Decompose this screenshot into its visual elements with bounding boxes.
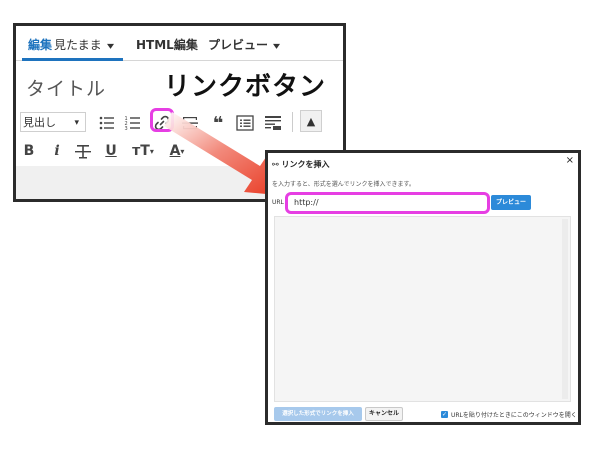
bullet-list-icon <box>99 116 114 130</box>
link-icon: ⚯ <box>272 160 279 169</box>
title-input[interactable]: タイトル <box>26 74 106 101</box>
callout-label: リンクボタン <box>164 72 327 102</box>
chevron-down-icon: ▾ <box>273 41 281 52</box>
italic-button[interactable]: i <box>46 140 68 162</box>
font-size-icon: тT <box>132 143 150 159</box>
preview-scrollbar[interactable] <box>562 219 568 399</box>
editor-tab-bar: 編集 見たまま ▾ HTML編集 プレビュー ▾ <box>16 26 343 61</box>
tab-visual-edit-label: 編集 <box>28 38 53 52</box>
strikethrough-icon <box>75 145 91 159</box>
url-label: URL <box>272 199 284 206</box>
tab-html-edit[interactable]: HTML編集 <box>136 36 198 53</box>
chevron-down-icon: ▾ <box>106 41 114 52</box>
url-input[interactable]: http:// <box>285 192 490 214</box>
tab-preview-label: プレビュー <box>208 38 269 52</box>
font-size-button[interactable]: тT ▾ <box>128 140 158 162</box>
tab-preview[interactable]: プレビュー ▾ <box>208 36 281 53</box>
caret-down-icon: ▾ <box>74 118 79 128</box>
dialog-title: ⚯ リンクを挿入 <box>272 159 330 170</box>
numbered-list-icon: 1 2 3 <box>125 116 140 132</box>
format-select-value: 見出し <box>23 116 56 129</box>
preview-button[interactable]: プレビュー <box>491 195 531 210</box>
tab-visual-edit[interactable]: 編集 見たまま ▾ <box>28 36 114 53</box>
underline-button[interactable]: U <box>100 140 122 162</box>
active-tab-indicator <box>22 58 123 61</box>
open-new-window-option[interactable]: ✓ URLを貼り付けたときにこのウィンドウを開く <box>441 410 577 419</box>
underline-icon: U <box>105 143 117 159</box>
link-preview-area <box>274 216 571 402</box>
dialog-description: を入力すると、形式を選んでリンクを挿入できます。 <box>272 181 415 188</box>
bold-button[interactable]: B <box>18 140 40 162</box>
bullet-list-button[interactable] <box>96 112 118 134</box>
new-window-label: URLを貼り付けたときにこのウィンドウを開く <box>451 412 577 419</box>
numbered-list-button[interactable]: 1 2 3 <box>122 112 144 134</box>
tab-visual-edit-sub: 見たまま <box>54 38 102 52</box>
caret-icon: ▾ <box>149 146 154 156</box>
new-window-checkbox[interactable]: ✓ <box>441 411 448 418</box>
dialog-title-text: リンクを挿入 <box>281 160 330 169</box>
italic-icon: i <box>54 143 60 159</box>
strikethrough-button[interactable] <box>72 140 94 162</box>
bold-icon: B <box>23 143 35 159</box>
format-select[interactable]: 見出し ▾ <box>20 112 86 132</box>
insert-link-button[interactable]: 選択した形式でリンクを挿入 <box>274 407 362 421</box>
svg-text:3: 3 <box>125 126 128 132</box>
insert-link-dialog: ⚯ リンクを挿入 × を入力すると、形式を選んでリンクを挿入できます。 URL … <box>265 150 581 425</box>
cancel-button[interactable]: キャンセル <box>365 407 403 421</box>
close-icon[interactable]: × <box>566 155 574 166</box>
tab-html-edit-label: HTML編集 <box>136 38 198 52</box>
